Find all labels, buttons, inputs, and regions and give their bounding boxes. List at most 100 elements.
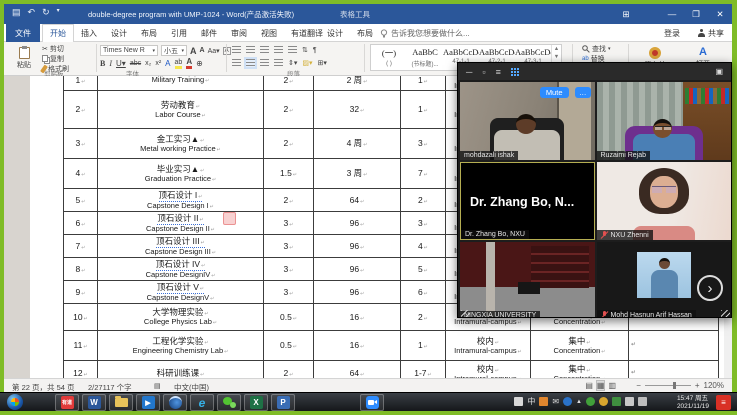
tray-mail-icon[interactable]: ✉ <box>552 397 559 406</box>
table-cell[interactable]: 32 <box>314 91 401 129</box>
zoom-out-icon[interactable]: − <box>636 381 641 390</box>
table-cell[interactable]: 0.5 <box>264 304 314 331</box>
table-cell[interactable]: 0.5 <box>264 331 314 361</box>
table-cell[interactable]: 64 <box>314 189 401 212</box>
table-cell[interactable]: 3 <box>64 129 98 159</box>
taskbar-zoom-meeting[interactable] <box>360 394 384 411</box>
course-name-cell[interactable]: 科研训练课 <box>98 361 264 378</box>
tray-shield-icon[interactable] <box>612 397 621 406</box>
table-cell[interactable]: 2 <box>264 76 314 91</box>
next-page-arrow[interactable]: › <box>697 275 723 301</box>
concentration-cell[interactable]: 集中Concentration <box>531 331 629 361</box>
course-name-cell[interactable]: 顶石设计 IICapstone Design II <box>98 212 264 235</box>
show-marks-icon[interactable]: ¶ <box>313 47 317 54</box>
table-cell[interactable]: 1 <box>401 91 446 129</box>
sign-in-button[interactable]: 登录 <box>664 24 680 42</box>
taskbar-wechat[interactable] <box>217 394 241 411</box>
start-button[interactable] <box>7 394 23 410</box>
tray-ime-lang[interactable]: 中 <box>527 396 535 407</box>
tray-volume-icon[interactable] <box>638 397 647 406</box>
table-cell[interactable]: 1 <box>401 331 446 361</box>
video-tile-active-speaker[interactable]: Dr. Zhang Bo, N... Dr. Zhang Bo, NXU <box>460 162 595 240</box>
taskbar-excel[interactable]: X <box>244 394 268 411</box>
meeting-minimize-icon[interactable]: ─ <box>466 67 472 77</box>
style-item[interactable]: (一)( ) <box>371 45 407 70</box>
line-spacing-icon[interactable]: ⇕▾ <box>288 59 297 67</box>
web-layout-icon[interactable]: ▥ <box>608 381 616 390</box>
table-cell[interactable]: 4 <box>401 235 446 258</box>
table-cell[interactable]: 8 <box>64 258 98 281</box>
table-cell[interactable]: 9 <box>64 281 98 304</box>
video-tile[interactable]: NINGXIA UNIVERSITY <box>460 242 595 317</box>
location-cell[interactable]: 校内Intramural-campus <box>446 361 531 378</box>
tray-notification-icon[interactable]: ≡ <box>716 395 731 410</box>
table-cell[interactable]: 11 <box>64 331 98 361</box>
ribbon-options-icon[interactable]: ⊞ <box>614 9 638 20</box>
grow-font-icon[interactable]: A <box>190 46 197 56</box>
multilevel-list-icon[interactable] <box>260 46 269 54</box>
table-cell[interactable]: 3 <box>401 129 446 159</box>
context-tab-0[interactable]: 设计 <box>320 24 350 42</box>
table-cell[interactable]: 16 <box>314 304 401 331</box>
table-cell[interactable]: 2 <box>401 189 446 212</box>
remark-cell[interactable]: ↵ <box>629 331 719 361</box>
zoom-level[interactable]: 120% <box>704 381 724 390</box>
table-cell[interactable]: 3 <box>264 212 314 235</box>
superscript-icon[interactable]: x² <box>155 60 161 67</box>
remark-cell[interactable]: ↵ <box>629 361 719 378</box>
minimize-button[interactable]: — <box>660 9 684 19</box>
meeting-list-view-icon[interactable]: ≡ <box>496 67 501 77</box>
table-cell[interactable]: 2 <box>264 91 314 129</box>
table-cell[interactable]: 96 <box>314 281 401 304</box>
taskbar-browser[interactable] <box>163 394 187 411</box>
table-cell[interactable]: 1 <box>401 76 446 91</box>
tab-7[interactable]: 视图 <box>254 24 284 42</box>
table-cell[interactable]: 96 <box>314 212 401 235</box>
tab-5[interactable]: 邮件 <box>194 24 224 42</box>
customize-qat-icon[interactable]: ▾ <box>57 7 60 18</box>
mute-button[interactable]: Mute <box>540 87 569 98</box>
course-name-cell[interactable]: 工程化学实验Engineering Chemistry Lab <box>98 331 264 361</box>
course-name-cell[interactable]: 顶石设计 IVCapstone DesignIV <box>98 258 264 281</box>
video-tile[interactable]: Mute … mohdazali ishak <box>460 82 595 160</box>
restore-button[interactable]: ❐ <box>684 9 708 20</box>
highlight-icon[interactable]: ab <box>175 59 183 69</box>
course-name-cell[interactable]: 顶石设计 ICapstone Design I <box>98 189 264 212</box>
tab-3[interactable]: 布局 <box>134 24 164 42</box>
resize-handle[interactable] <box>461 310 470 317</box>
table-cell[interactable]: 96 <box>314 258 401 281</box>
justify-icon[interactable] <box>274 59 283 67</box>
decrease-indent-icon[interactable] <box>274 46 283 54</box>
tab-6[interactable]: 审阅 <box>224 24 254 42</box>
table-cell[interactable]: 5 <box>401 258 446 281</box>
taskbar-internet-explorer[interactable]: e <box>190 394 214 411</box>
table-cell[interactable]: 4 周 <box>314 129 401 159</box>
zoom-in-icon[interactable]: + <box>695 381 700 390</box>
table-cell[interactable]: 3 周 <box>314 159 401 189</box>
concentration-cell[interactable]: 集中Concentration <box>531 361 629 378</box>
bullets-icon[interactable] <box>232 46 241 54</box>
proofing-icon[interactable]: ▤ <box>154 382 161 390</box>
tab-0[interactable]: 开始 <box>42 24 74 42</box>
align-left-icon[interactable] <box>232 59 241 67</box>
table-cell[interactable]: 16 <box>314 331 401 361</box>
course-name-cell[interactable]: Military Training <box>98 76 264 91</box>
tell-me-box[interactable]: 告诉我您想要做什么... <box>380 24 470 42</box>
tray-icon[interactable] <box>539 397 548 406</box>
table-cell[interactable]: 3 <box>264 258 314 281</box>
tab-4[interactable]: 引用 <box>164 24 194 42</box>
table-cell[interactable]: 3 <box>264 235 314 258</box>
table-cell[interactable]: 96 <box>314 235 401 258</box>
change-case-icon[interactable]: Aa▾ <box>208 47 220 55</box>
location-cell[interactable]: 校内Intramural-campus <box>446 331 531 361</box>
paste-button[interactable]: 粘贴 <box>9 44 39 72</box>
meeting-popout-icon[interactable]: ▣ <box>715 67 723 76</box>
meeting-thumbnail-view-icon[interactable]: ▫ <box>482 67 485 77</box>
taskbar-media-player[interactable]: ▶ <box>136 394 160 411</box>
table-cell[interactable]: 3 <box>264 281 314 304</box>
cut-button[interactable]: ✂剪切 <box>42 44 69 53</box>
tray-icon[interactable] <box>599 397 608 406</box>
table-cell[interactable]: 1.5 <box>264 159 314 189</box>
print-layout-icon[interactable]: ▦ <box>597 381 605 390</box>
tab-2[interactable]: 设计 <box>104 24 134 42</box>
